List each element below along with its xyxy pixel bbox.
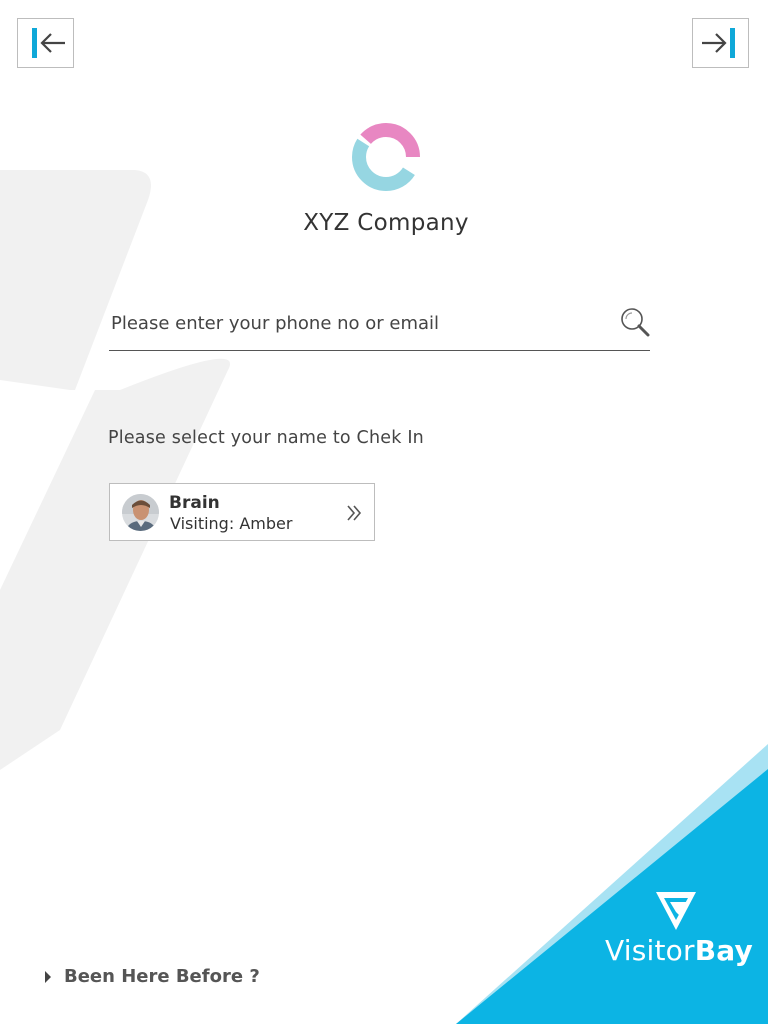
caret-right-icon [45,971,51,983]
select-name-instruction: Please select your name to Chek In [108,428,424,448]
forward-button[interactable] [692,18,749,68]
visitor-name: Brain [169,493,220,513]
search-field [109,305,650,351]
been-here-before-link[interactable]: Been Here Before ? [45,966,260,987]
visitor-card[interactable]: Brain Visiting: Amber [109,483,375,541]
visitorbay-logo-icon [656,892,696,930]
search-input[interactable] [109,305,613,341]
avatar [122,494,159,531]
back-button[interactable] [17,18,74,68]
company-name: XYZ Company [303,210,469,236]
brand-name: VisitorBay [605,934,753,967]
search-icon[interactable] [620,307,650,337]
arrow-left-to-bar-icon [31,28,65,58]
company-logo [352,123,420,191]
background-watermark [0,170,231,770]
visitor-host: Visiting: Amber [170,514,293,533]
double-chevron-right-icon [347,505,362,521]
been-here-before-label: Been Here Before ? [64,966,260,987]
brand-corner-graphic [456,744,768,1024]
arrow-right-to-bar-icon [701,28,735,58]
